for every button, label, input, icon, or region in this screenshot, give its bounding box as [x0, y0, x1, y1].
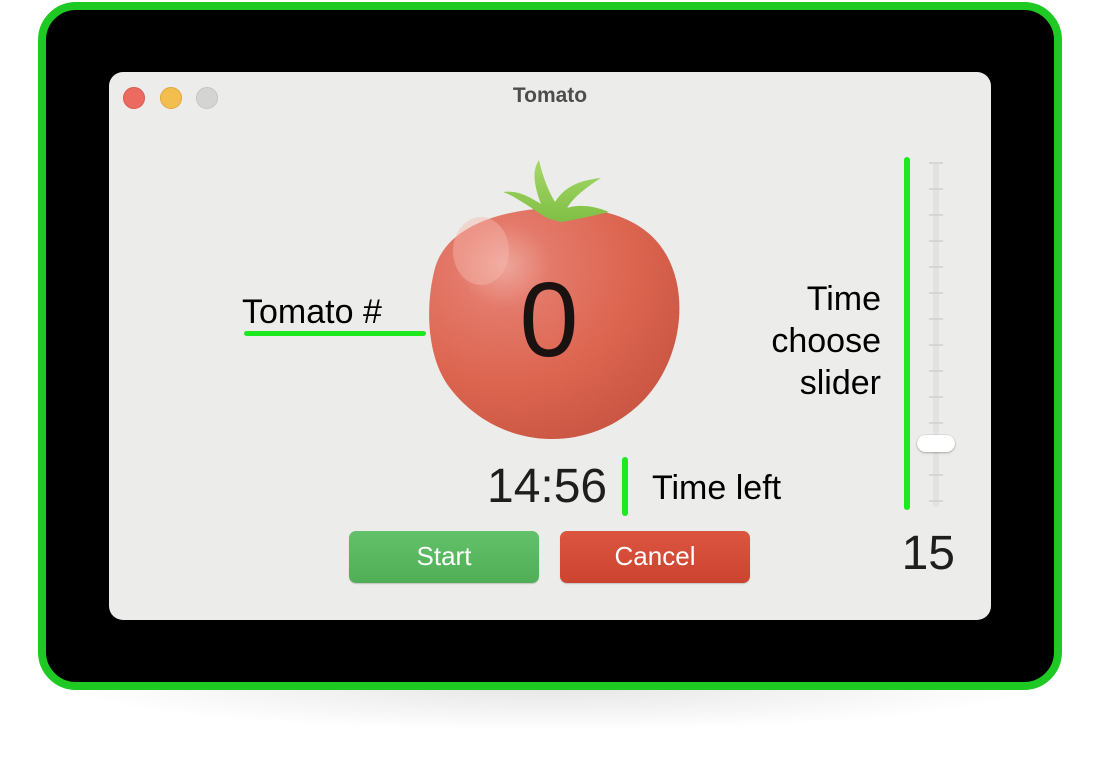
time-slider-annotation-line: Time [806, 280, 881, 318]
tomato-count: 0 [519, 261, 579, 379]
cancel-button[interactable]: Cancel [560, 531, 750, 583]
time-slider-knob[interactable] [917, 434, 955, 452]
time-slider-marker-line [904, 157, 910, 510]
window-title: Tomato [512, 84, 588, 107]
time-left-annotation: Time left [652, 469, 782, 507]
slider-tick [929, 318, 943, 320]
slider-tick [929, 266, 943, 268]
time-slider-annotation: Time choose slider [709, 278, 881, 404]
slider-tick [929, 370, 943, 372]
slider-tick [929, 344, 943, 346]
slider-tick [929, 214, 943, 216]
slider-tick [929, 500, 943, 502]
time-slider-value: 15 [901, 527, 955, 580]
slider-tick [929, 292, 943, 294]
slider-tick [929, 422, 943, 424]
time-left-value: 14:56 [487, 460, 608, 513]
slider-tick [929, 162, 943, 164]
time-left-marker-line [622, 457, 628, 516]
tomato-number-annotation: Tomato # [242, 293, 382, 331]
time-slider-annotation-line: slider [799, 364, 881, 402]
app-window: Tomato 0 Tomato # 14:56 Time left Time c… [109, 72, 991, 620]
tomato-number-pointer-line [244, 331, 426, 336]
start-button[interactable]: Start [349, 531, 539, 583]
slider-tick [929, 396, 943, 398]
title-bar[interactable]: Tomato [109, 72, 991, 122]
slider-tick [929, 474, 943, 476]
slider-tick [929, 188, 943, 190]
time-slider-annotation-line: choose [771, 322, 881, 360]
slider-tick [929, 240, 943, 242]
